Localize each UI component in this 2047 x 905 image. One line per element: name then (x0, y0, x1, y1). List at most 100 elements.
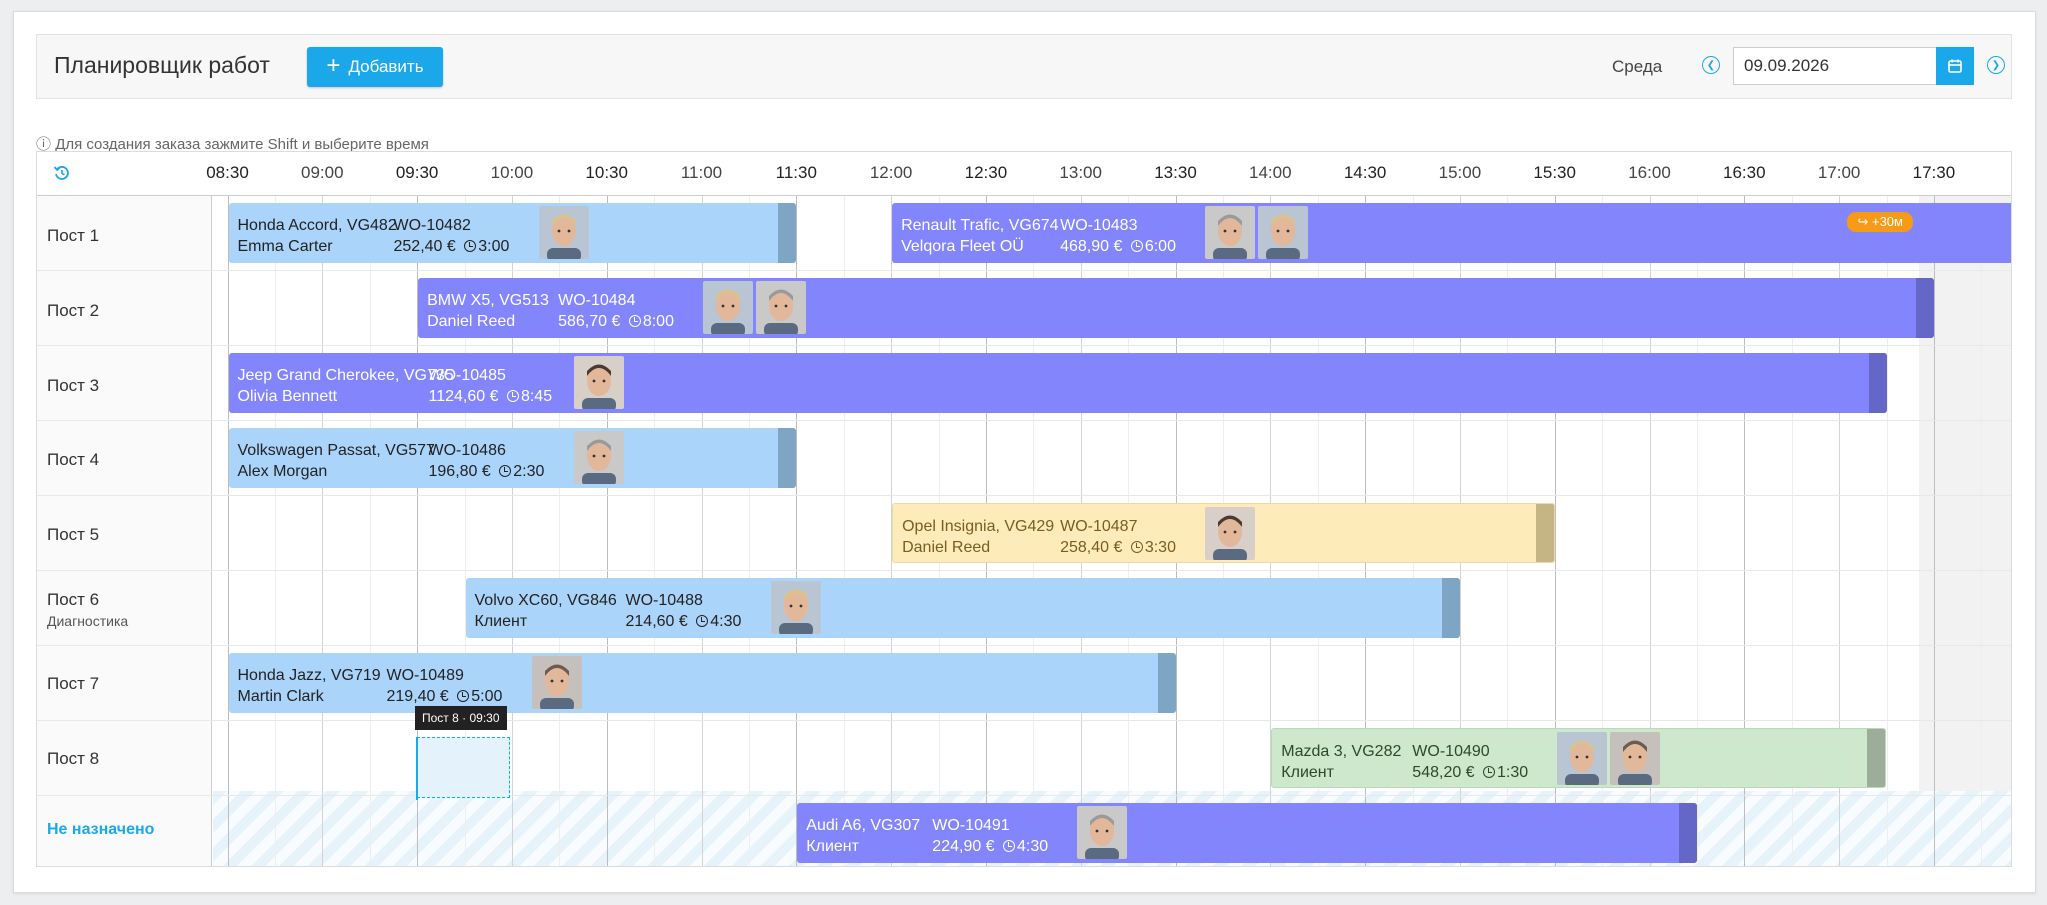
resize-handle[interactable] (1441, 578, 1460, 638)
next-day-button[interactable]: ❯ (1987, 56, 2005, 74)
clock-icon (1003, 840, 1016, 852)
row-line (37, 720, 2011, 721)
job-vehicle-client: Volvo XC60, VG846 Клиент (475, 590, 617, 632)
time-label: 17:30 (1912, 163, 1956, 182)
avatar[interactable] (1557, 732, 1608, 785)
row-label-unassigned: Не назначено (47, 821, 155, 838)
resize-handle[interactable] (778, 428, 797, 488)
job-order-info: WO-10490 548,20 € 1:30 (1412, 741, 1528, 783)
time-label: 09:00 (301, 163, 344, 182)
job-vehicle: Honda Jazz, VG719 (237, 667, 381, 684)
row-line (37, 495, 2011, 496)
time-label: 16:00 (1628, 163, 1671, 182)
avatar[interactable] (1258, 206, 1309, 259)
clock-icon (506, 390, 519, 402)
plus-icon: + (326, 52, 341, 79)
avatar[interactable] (703, 281, 754, 334)
row-label-text: Пост 4 (47, 450, 100, 469)
avatar[interactable] (756, 281, 807, 334)
job-mechanics (703, 281, 807, 334)
resize-handle[interactable] (778, 203, 797, 263)
job-vehicle: Volvo XC60, VG846 (474, 592, 617, 609)
job-client: Olivia Bennett (237, 388, 338, 405)
overtime-badge-label: +30м (1871, 214, 1903, 229)
avatar[interactable] (1077, 806, 1128, 859)
prev-day-button[interactable]: ❮ (1702, 56, 1720, 74)
avatar[interactable] (770, 581, 821, 634)
time-label: 09:30 (395, 163, 439, 182)
job-client: Martin Clark (237, 688, 324, 705)
resize-handle[interactable] (1868, 353, 1887, 413)
job-card[interactable]: Volkswagen Passat, VG577 Alex Morgan WO-… (228, 428, 797, 488)
job-vehicle-client: Honda Accord, VG482 Emma Carter (238, 215, 397, 257)
job-price: 1124,60 € (428, 388, 499, 405)
avatar[interactable] (1205, 206, 1256, 259)
avatar[interactable] (538, 206, 589, 259)
avatar[interactable] (1610, 732, 1661, 785)
job-order-info: WO-10491 224,90 € 4:30 (932, 815, 1048, 857)
grid-line (275, 196, 276, 866)
job-duration: 4:30 (1017, 838, 1049, 855)
job-price: 586,70 € (558, 313, 621, 330)
time-label: 10:00 (490, 163, 534, 182)
resize-handle[interactable] (1535, 504, 1554, 562)
resize-handle[interactable] (1157, 653, 1176, 713)
row-label-post-6: Пост 6 Диагностика (47, 590, 128, 629)
time-label: 14:30 (1343, 163, 1387, 182)
job-card[interactable]: Honda Accord, VG482 Emma Carter WO-10482… (228, 203, 797, 263)
clock-icon (628, 315, 641, 327)
job-vehicle-client: Mazda 3, VG282 Клиент (1281, 741, 1401, 783)
job-card[interactable]: Honda Jazz, VG719 Martin Clark WO-10489 … (228, 653, 1176, 713)
time-label: 11:30 (775, 163, 817, 182)
job-duration: 4:30 (710, 613, 742, 630)
calendar-button[interactable] (1936, 47, 1974, 85)
time-label: 08:30 (206, 163, 249, 182)
job-card[interactable]: Opel Insignia, VG429 Daniel Reed WO-1048… (892, 503, 1555, 563)
job-order-number: WO-10483 (1060, 217, 1138, 234)
add-button[interactable]: + Добавить (307, 47, 443, 87)
resize-handle[interactable] (1678, 803, 1697, 863)
job-vehicle: Honda Accord, VG482 (237, 217, 397, 234)
overtime-badge: ↪ +30м (1847, 212, 1913, 232)
job-duration: 2:30 (513, 463, 545, 480)
job-order-info: WO-10488 214,60 € 4:30 (626, 590, 742, 632)
row-line (37, 645, 2011, 646)
selection-box[interactable] (417, 737, 510, 798)
time-label: 11:00 (680, 163, 723, 182)
job-card[interactable]: Audi A6, VG307 Клиент WO-10491 224,90 € … (797, 803, 1697, 863)
row-line (37, 345, 2011, 346)
job-mechanics (1205, 206, 1309, 259)
resize-handle[interactable] (1915, 278, 1934, 338)
job-price: 548,20 € (1412, 764, 1475, 781)
day-name: Среда (1612, 57, 1663, 76)
clock-icon (457, 690, 470, 702)
time-label: 17:00 (1817, 163, 1861, 182)
job-order-info: WO-10483 468,90 € 6:00 (1060, 215, 1176, 257)
job-card[interactable]: Mazda 3, VG282 Клиент WO-10490 548,20 € … (1271, 728, 1887, 788)
avatar[interactable] (573, 356, 624, 409)
job-card[interactable]: BMW X5, VG513 Daniel Reed WO-10484 586,7… (418, 278, 1934, 338)
job-card[interactable]: Jeep Grand Cherokee, VG735 Olivia Bennet… (228, 353, 1887, 413)
clock-icon (464, 240, 477, 252)
page-title: Планировщик работ (54, 52, 270, 78)
avatar[interactable] (573, 431, 624, 484)
job-order-number: WO-10489 (386, 667, 464, 684)
history-icon[interactable] (53, 164, 71, 187)
job-client: Emma Carter (237, 238, 333, 255)
job-vehicle-client: BMW X5, VG513 Daniel Reed (427, 290, 549, 332)
schedule-grid[interactable]: 08:30 09:00 09:30 10:00 10:30 11:00 11:30 12:00… (36, 151, 2012, 867)
clock-icon (499, 465, 512, 477)
row-label-text: Пост 3 (47, 376, 100, 395)
job-mechanics (770, 581, 821, 634)
job-vehicle: Audi A6, VG307 (806, 817, 921, 834)
avatar[interactable] (531, 656, 582, 709)
resize-handle[interactable] (1867, 729, 1886, 787)
avatar[interactable] (1205, 507, 1256, 560)
job-order-number: WO-10482 (393, 217, 471, 234)
job-mechanics (531, 656, 582, 709)
row-label-post-8: Пост 8 (47, 749, 99, 769)
job-vehicle: Volkswagen Passat, VG577 (237, 442, 435, 459)
job-card[interactable]: Volvo XC60, VG846 Клиент WO-10488 214,60… (465, 578, 1460, 638)
date-field[interactable] (1733, 47, 1936, 85)
job-card[interactable]: Renault Trafic, VG674 Velqora Fleet OÜ W… (892, 203, 2011, 263)
